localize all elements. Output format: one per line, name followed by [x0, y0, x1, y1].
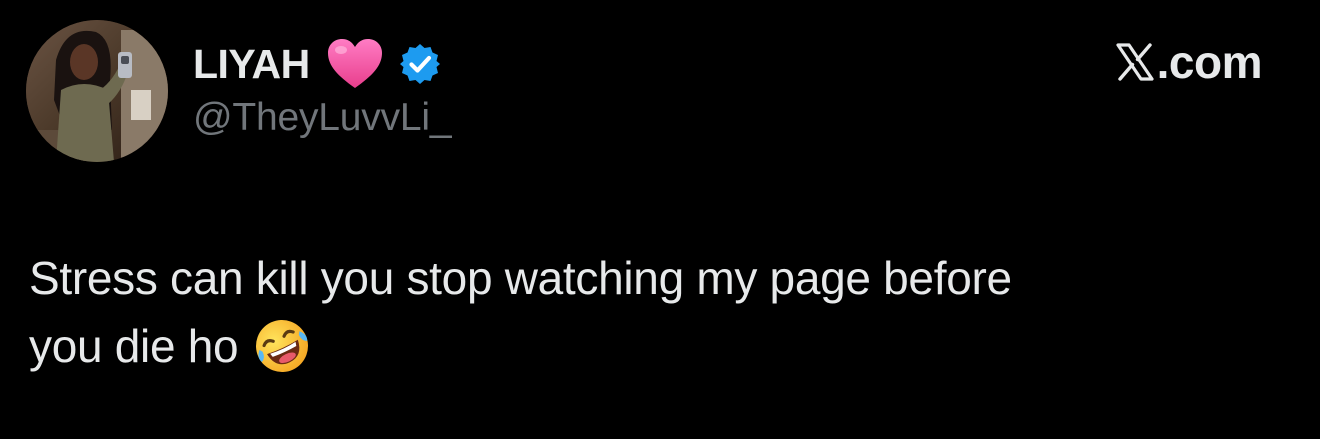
author-header: LIYAH @TheyLuvvLi_ [193, 36, 452, 140]
verified-badge-icon [398, 42, 442, 86]
tweet-card: LIYAH @TheyLuvvLi_ .com Stress can kill … [0, 0, 1320, 439]
user-handle[interactable]: @TheyLuvvLi_ [193, 96, 452, 140]
avatar[interactable] [26, 20, 168, 162]
tweet-text-line-2-text: you die ho [29, 320, 239, 372]
name-row: LIYAH [193, 36, 451, 92]
brand-watermark: .com [1115, 34, 1263, 90]
pink-heart-icon [326, 38, 384, 90]
x-logo-icon [1115, 42, 1155, 82]
tweet-text-line-2: you die ho [29, 312, 1269, 380]
tweet-text: Stress can kill you stop watching my pag… [29, 244, 1269, 380]
brand-text: .com [1156, 36, 1263, 88]
avatar-photo [26, 20, 168, 162]
display-name[interactable]: LIYAH [193, 41, 310, 88]
tweet-text-line-1: Stress can kill you stop watching my pag… [29, 252, 1012, 304]
rolling-on-floor-laughing-icon [252, 316, 312, 376]
